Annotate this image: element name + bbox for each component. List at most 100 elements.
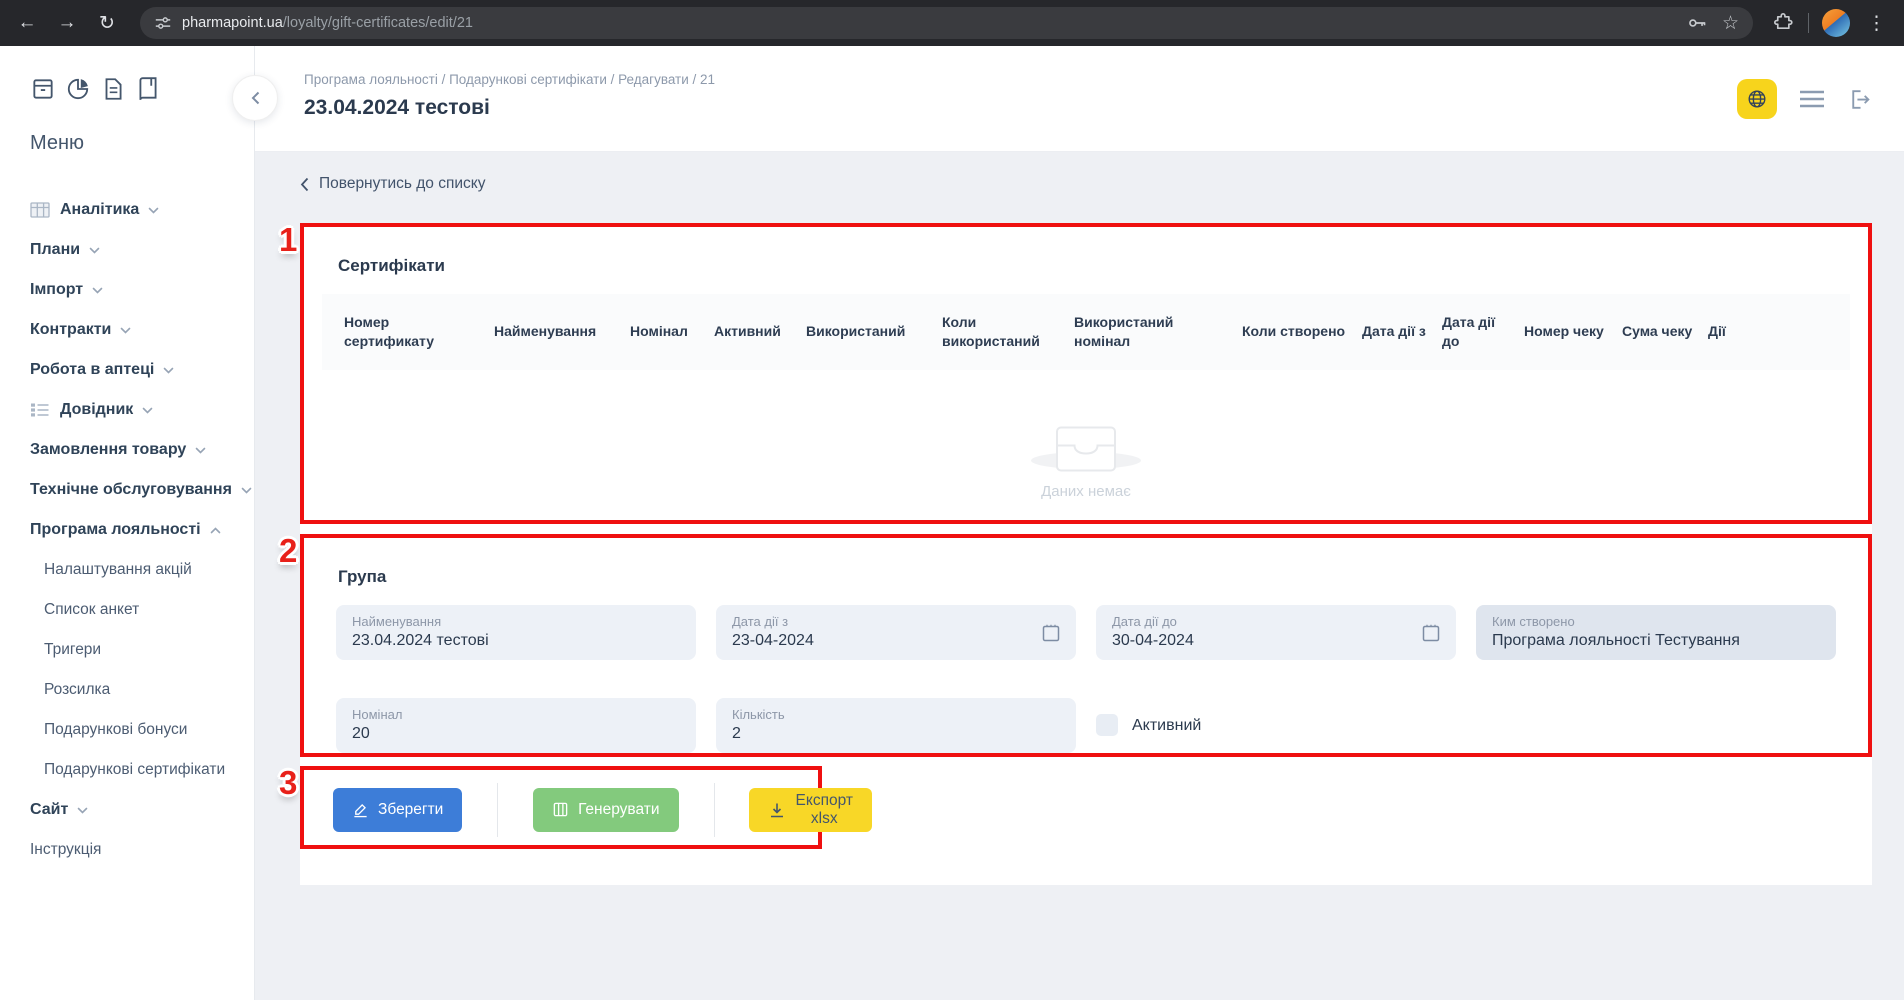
back-to-list-link[interactable]: Повернутись до списку	[300, 175, 486, 193]
sidebar-item-label: Програма лояльності	[30, 521, 201, 539]
sidebar-item-goods-order[interactable]: Замовлення товару	[30, 430, 254, 470]
browser-back-icon[interactable]: ←	[10, 6, 44, 40]
breadcrumb[interactable]: Програма лояльності / Подарункові сертиф…	[304, 72, 715, 87]
sidebar-menu: АналітикаПлани Імпорт Контракти Робота в ап…	[30, 190, 254, 870]
field-label: Найменування	[352, 614, 680, 629]
sidebar-item-site[interactable]: Сайт	[30, 790, 254, 830]
sidebar-item-contracts[interactable]: Контракти	[30, 310, 254, 350]
annotation-number-3: 3	[279, 764, 297, 802]
download-icon	[768, 801, 786, 819]
chevron-down-icon	[142, 407, 153, 414]
chevron-down-icon	[241, 487, 252, 494]
password-key-icon[interactable]	[1686, 12, 1708, 34]
sidebar-item-label: Інструкція	[30, 841, 101, 859]
save-button[interactable]: Зберегти	[333, 788, 462, 832]
drawer-icon[interactable]	[30, 76, 56, 102]
sidebar-item-label: Сайт	[30, 801, 68, 819]
calendar-icon[interactable]	[1419, 621, 1443, 645]
sidebar-item-label: Довідник	[60, 401, 133, 419]
field-label: Ким створено	[1492, 614, 1820, 629]
sidebar-item-label: Імпорт	[30, 281, 83, 299]
sidebar-item-plans[interactable]: Плани	[30, 230, 254, 270]
sidebar-item-gift-certificates[interactable]: Подарункові сертифікати	[30, 750, 254, 790]
name-field[interactable]: Найменування 23.04.2024 тестові	[336, 605, 696, 660]
language-button[interactable]	[1737, 79, 1777, 119]
sidebar-collapse-button[interactable]	[232, 75, 278, 121]
column-header: Дата дії до	[1442, 313, 1524, 351]
pencil-icon	[352, 801, 369, 818]
active-checkbox[interactable]	[1096, 714, 1118, 736]
globe-icon	[1746, 88, 1768, 110]
chevron-down-icon	[92, 287, 103, 294]
column-header: Використаний номінал	[1074, 313, 1242, 351]
sidebar-item-label: Розсилка	[44, 681, 110, 699]
sidebar-item-mailing[interactable]: Розсилка	[30, 670, 254, 710]
content-panel: 1 Сертифікати Номер сертификатуНайменува…	[300, 223, 1872, 885]
sidebar-item-label: Замовлення товару	[30, 441, 186, 459]
export-xlsx-button[interactable]: Експорт xlsx	[749, 788, 872, 832]
browser-reload-icon[interactable]: ↻	[90, 6, 124, 40]
group-title: Група	[338, 567, 386, 587]
sidebar-item-triggers[interactable]: Тригери	[30, 630, 254, 670]
column-header: Дата дії з	[1362, 322, 1442, 341]
empty-state-text: Даних немає	[304, 483, 1868, 500]
date-from-field[interactable]: Дата дії з 23-04-2024	[716, 605, 1076, 660]
sidebar-menu-title: Меню	[30, 132, 254, 154]
page-title: 23.04.2024 тестові	[304, 96, 715, 120]
site-settings-icon[interactable]	[154, 14, 172, 32]
address-bar[interactable]: pharmapoint.ua/loyalty/gift-certificates…	[140, 7, 1753, 39]
chevron-down-icon	[89, 247, 100, 254]
sidebar-item-gift-bonuses[interactable]: Подарункові бонуси	[30, 710, 254, 750]
list-icon	[30, 402, 50, 418]
field-value: 30-04-2024	[1112, 632, 1440, 650]
logout-icon[interactable]	[1847, 87, 1872, 112]
column-header: Дії	[1708, 322, 1850, 341]
nominal-field[interactable]: Номінал 20	[336, 698, 696, 753]
sidebar-item-directory[interactable]: Довідник	[30, 390, 254, 430]
chevron-down-icon	[120, 327, 131, 334]
sidebar-item-label: Подарункові сертифікати	[44, 761, 225, 779]
button-divider	[714, 783, 715, 837]
pie-chart-icon[interactable]	[65, 76, 91, 102]
group-section: 2 Група Найменування 23.04.2024 тестові …	[300, 534, 1872, 757]
sidebar-item-label: Налаштування акцій	[44, 561, 192, 579]
sidebar-item-questionnaires[interactable]: Список анкет	[30, 590, 254, 630]
calendar-icon[interactable]	[1039, 621, 1063, 645]
chevron-down-icon	[195, 447, 206, 454]
profile-avatar[interactable]	[1822, 9, 1850, 37]
sidebar-top-icons	[30, 76, 254, 102]
date-to-field[interactable]: Дата дії до 30-04-2024	[1096, 605, 1456, 660]
book-icon[interactable]	[135, 76, 161, 102]
export-button-label: Експорт xlsx	[795, 792, 853, 828]
chevron-down-icon	[148, 207, 159, 214]
sidebar-item-label: Робота в аптеці	[30, 361, 154, 379]
sidebar-item-loyalty-program[interactable]: Програма лояльності	[30, 510, 254, 550]
browser-toolbar: ← → ↻ pharmapoint.ua/loyalty/gift-certif…	[0, 0, 1904, 46]
browser-forward-icon[interactable]: →	[50, 6, 84, 40]
page-header: Програма лояльності / Подарункові сертиф…	[255, 46, 1904, 152]
sidebar-item-maintenance[interactable]: Технічне обслуговування	[30, 470, 254, 510]
sidebar-item-label: Технічне обслуговування	[30, 481, 232, 499]
browser-menu-icon[interactable]: ⋮	[1863, 12, 1890, 35]
sidebar-item-instruction[interactable]: Інструкція	[30, 830, 254, 870]
document-icon[interactable]	[100, 76, 126, 102]
bookmark-star-icon[interactable]: ☆	[1722, 14, 1739, 33]
url-text: pharmapoint.ua/loyalty/gift-certificates…	[182, 15, 1676, 31]
chevron-down-icon	[77, 807, 88, 814]
sidebar-item-import[interactable]: Імпорт	[30, 270, 254, 310]
quantity-field[interactable]: Кількість 2	[716, 698, 1076, 753]
generate-button[interactable]: Генерувати	[533, 788, 678, 832]
column-header: Найменування	[494, 322, 630, 341]
field-label: Номінал	[352, 707, 680, 722]
back-link-label: Повернутись до списку	[319, 175, 486, 193]
field-value: 23-04-2024	[732, 632, 1060, 650]
annotation-number-1: 1	[279, 221, 297, 259]
field-value: 2	[732, 725, 1060, 743]
sidebar-item-promo-settings[interactable]: Налаштування акцій	[30, 550, 254, 590]
sidebar-item-analytics[interactable]: Аналітика	[30, 190, 254, 230]
sidebar-item-pharmacy-work[interactable]: Робота в аптеці	[30, 350, 254, 390]
extensions-icon[interactable]	[1773, 12, 1795, 34]
column-header: Сума чеку	[1622, 322, 1708, 341]
empty-state: Даних немає	[304, 425, 1868, 500]
hamburger-menu-icon[interactable]	[1799, 90, 1825, 108]
